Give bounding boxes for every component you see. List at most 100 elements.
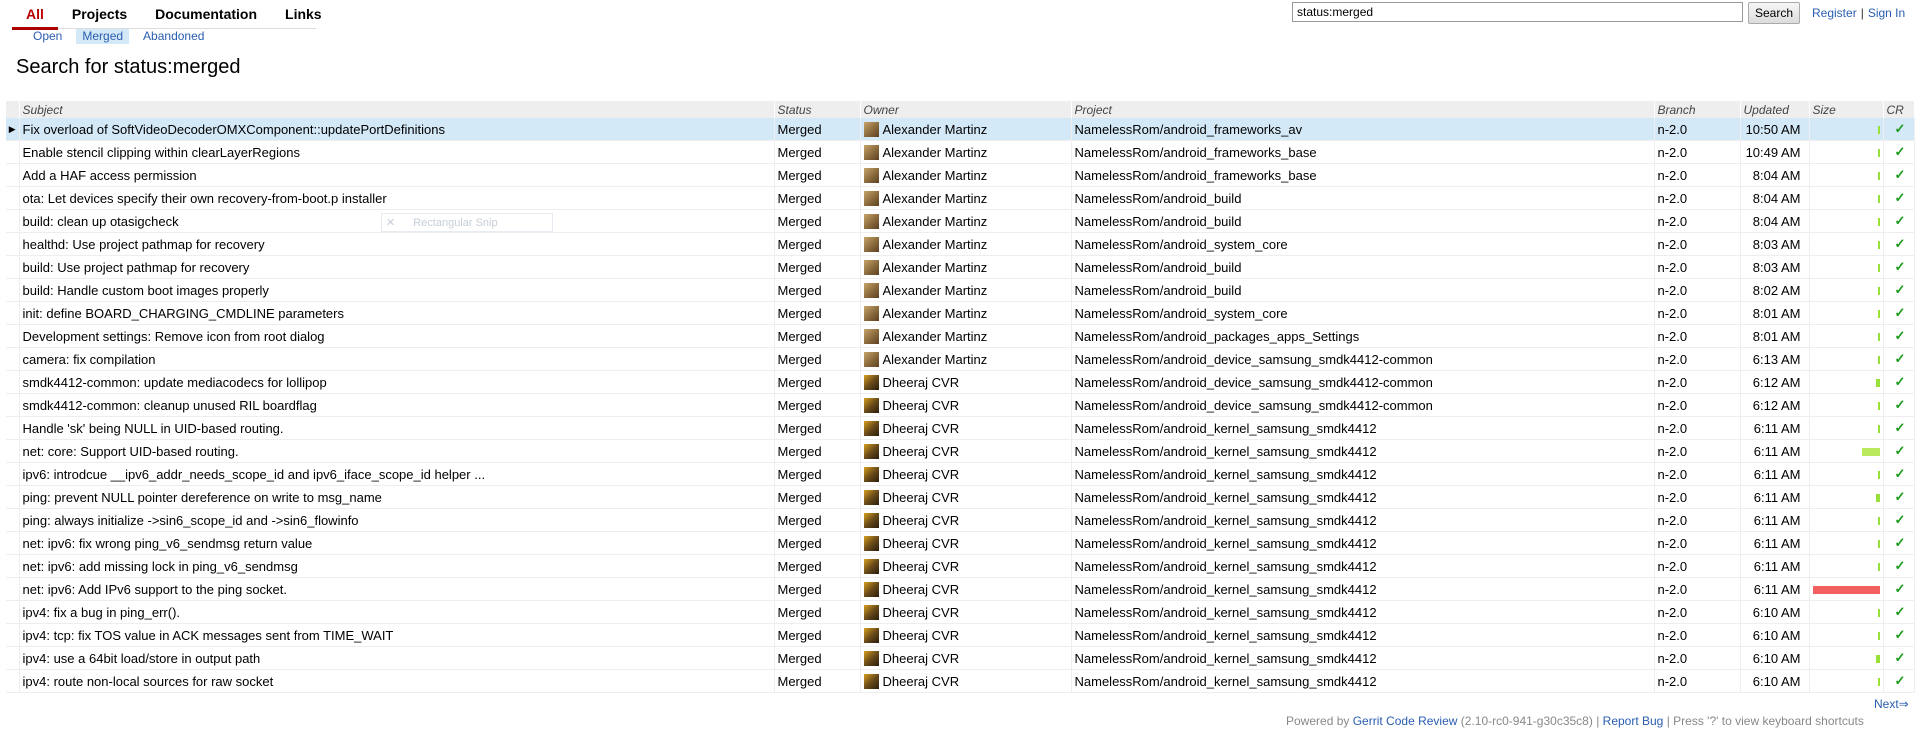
owner-name[interactable]: Dheeraj CVR: [883, 421, 960, 436]
branch-cell[interactable]: n-2.0: [1654, 439, 1741, 463]
table-row[interactable]: build: Handle custom boot images properl…: [6, 278, 1915, 302]
table-row[interactable]: Handle 'sk' being NULL in UID-based rout…: [6, 416, 1915, 440]
owner-name[interactable]: Alexander Martinz: [883, 168, 988, 183]
gerrit-link[interactable]: Gerrit Code Review: [1353, 714, 1458, 728]
table-row[interactable]: init: define BOARD_CHARGING_CMDLINE para…: [6, 301, 1915, 325]
subtab-open[interactable]: Open: [27, 29, 68, 44]
owner-cell[interactable]: Dheeraj CVR: [860, 462, 1072, 486]
branch-cell[interactable]: n-2.0: [1654, 600, 1741, 624]
owner-cell[interactable]: Dheeraj CVR: [860, 439, 1072, 463]
owner-cell[interactable]: Dheeraj CVR: [860, 508, 1072, 532]
owner-name[interactable]: Alexander Martinz: [883, 283, 988, 298]
owner-name[interactable]: Dheeraj CVR: [883, 375, 960, 390]
project-cell[interactable]: NamelessRom/android_kernel_samsung_smdk4…: [1071, 646, 1655, 670]
subject-cell[interactable]: ipv4: route non-local sources for raw so…: [19, 669, 775, 693]
subject-cell[interactable]: camera: fix compilation: [19, 347, 775, 371]
project-cell[interactable]: NamelessRom/android_kernel_samsung_smdk4…: [1071, 508, 1655, 532]
table-row[interactable]: ipv4: tcp: fix TOS value in ACK messages…: [6, 623, 1915, 647]
branch-cell[interactable]: n-2.0: [1654, 646, 1741, 670]
branch-cell[interactable]: n-2.0: [1654, 508, 1741, 532]
subject-cell[interactable]: Enable stencil clipping within clearLaye…: [19, 140, 775, 164]
table-row[interactable]: ping: prevent NULL pointer dereference o…: [6, 485, 1915, 509]
owner-cell[interactable]: Alexander Martinz: [860, 118, 1072, 141]
owner-cell[interactable]: Alexander Martinz: [860, 232, 1072, 256]
table-row[interactable]: Enable stencil clipping within clearLaye…: [6, 140, 1915, 164]
branch-cell[interactable]: n-2.0: [1654, 347, 1741, 371]
next-page-link[interactable]: Next⇒: [1874, 697, 1909, 711]
register-link[interactable]: Register: [1812, 6, 1857, 20]
project-cell[interactable]: NamelessRom/android_system_core: [1071, 232, 1655, 256]
table-row[interactable]: ipv4: use a 64bit load/store in output p…: [6, 646, 1915, 670]
branch-cell[interactable]: n-2.0: [1654, 324, 1741, 348]
sign-in-link[interactable]: Sign In: [1868, 6, 1905, 20]
branch-cell[interactable]: n-2.0: [1654, 186, 1741, 210]
subject-cell[interactable]: net: ipv6: fix wrong ping_v6_sendmsg ret…: [19, 531, 775, 555]
table-row[interactable]: ping: always initialize ->sin6_scope_id …: [6, 508, 1915, 532]
owner-name[interactable]: Alexander Martinz: [883, 191, 988, 206]
owner-cell[interactable]: Alexander Martinz: [860, 324, 1072, 348]
owner-name[interactable]: Dheeraj CVR: [883, 651, 960, 666]
subject-cell[interactable]: ipv4: tcp: fix TOS value in ACK messages…: [19, 623, 775, 647]
owner-name[interactable]: Alexander Martinz: [883, 260, 988, 275]
branch-cell[interactable]: n-2.0: [1654, 209, 1741, 233]
branch-cell[interactable]: n-2.0: [1654, 232, 1741, 256]
owner-cell[interactable]: Dheeraj CVR: [860, 600, 1072, 624]
table-row[interactable]: net: ipv6: add missing lock in ping_v6_s…: [6, 554, 1915, 578]
subject-cell[interactable]: ping: always initialize ->sin6_scope_id …: [19, 508, 775, 532]
owner-cell[interactable]: Alexander Martinz: [860, 209, 1072, 233]
owner-cell[interactable]: Alexander Martinz: [860, 347, 1072, 371]
branch-cell[interactable]: n-2.0: [1654, 669, 1741, 693]
branch-cell[interactable]: n-2.0: [1654, 301, 1741, 325]
owner-cell[interactable]: Dheeraj CVR: [860, 416, 1072, 440]
owner-cell[interactable]: Dheeraj CVR: [860, 370, 1072, 394]
project-cell[interactable]: NamelessRom/android_build: [1071, 278, 1655, 302]
owner-cell[interactable]: Alexander Martinz: [860, 301, 1072, 325]
table-row[interactable]: Development settings: Remove icon from r…: [6, 324, 1915, 348]
owner-name[interactable]: Alexander Martinz: [883, 214, 988, 229]
owner-cell[interactable]: Alexander Martinz: [860, 163, 1072, 187]
search-button[interactable]: Search: [1748, 2, 1800, 24]
tab-projects[interactable]: Projects: [58, 0, 141, 28]
project-cell[interactable]: NamelessRom/android_kernel_samsung_smdk4…: [1071, 416, 1655, 440]
branch-cell[interactable]: n-2.0: [1654, 140, 1741, 164]
subject-cell[interactable]: Fix overload of SoftVideoDecoderOMXCompo…: [19, 118, 775, 141]
project-cell[interactable]: NamelessRom/android_kernel_samsung_smdk4…: [1071, 623, 1655, 647]
owner-name[interactable]: Dheeraj CVR: [883, 674, 960, 689]
project-cell[interactable]: NamelessRom/android_kernel_samsung_smdk4…: [1071, 577, 1655, 601]
close-icon[interactable]: ✕: [386, 216, 395, 229]
subject-cell[interactable]: healthd: Use project pathmap for recover…: [19, 232, 775, 256]
owner-name[interactable]: Alexander Martinz: [883, 145, 988, 160]
owner-name[interactable]: Dheeraj CVR: [883, 398, 960, 413]
table-row[interactable]: net: core: Support UID-based routing. Mer…: [6, 439, 1915, 463]
table-row[interactable]: smdk4412-common: cleanup unused RIL boar…: [6, 393, 1915, 417]
owner-cell[interactable]: Dheeraj CVR: [860, 669, 1072, 693]
subject-cell[interactable]: ping: prevent NULL pointer dereference o…: [19, 485, 775, 509]
table-row[interactable]: camera: fix compilation Merged Alexander M…: [6, 347, 1915, 371]
project-cell[interactable]: NamelessRom/android_frameworks_base: [1071, 140, 1655, 164]
project-cell[interactable]: NamelessRom/android_kernel_samsung_smdk4…: [1071, 531, 1655, 555]
branch-cell[interactable]: n-2.0: [1654, 485, 1741, 509]
owner-cell[interactable]: Alexander Martinz: [860, 140, 1072, 164]
search-input[interactable]: [1292, 2, 1743, 22]
owner-name[interactable]: Alexander Martinz: [883, 329, 988, 344]
project-cell[interactable]: NamelessRom/android_kernel_samsung_smdk4…: [1071, 462, 1655, 486]
project-cell[interactable]: NamelessRom/android_kernel_samsung_smdk4…: [1071, 554, 1655, 578]
table-row[interactable]: Add a HAF access permission Merged Alexand…: [6, 163, 1915, 187]
project-cell[interactable]: NamelessRom/android_build: [1071, 255, 1655, 279]
owner-cell[interactable]: Dheeraj CVR: [860, 623, 1072, 647]
branch-cell[interactable]: n-2.0: [1654, 118, 1741, 141]
project-cell[interactable]: NamelessRom/android_device_samsung_smdk4…: [1071, 393, 1655, 417]
owner-name[interactable]: Dheeraj CVR: [883, 513, 960, 528]
branch-cell[interactable]: n-2.0: [1654, 416, 1741, 440]
subject-cell[interactable]: Add a HAF access permission: [19, 163, 775, 187]
project-cell[interactable]: NamelessRom/android_kernel_samsung_smdk4…: [1071, 669, 1655, 693]
tab-documentation[interactable]: Documentation: [141, 0, 271, 28]
branch-cell[interactable]: n-2.0: [1654, 623, 1741, 647]
branch-cell[interactable]: n-2.0: [1654, 554, 1741, 578]
subject-cell[interactable]: ota: Let devices specify their own recov…: [19, 186, 775, 210]
table-row[interactable]: ▶ Fix overload of SoftVideoDecoderOMXComp…: [6, 118, 1915, 141]
owner-cell[interactable]: Dheeraj CVR: [860, 531, 1072, 555]
tab-links[interactable]: Links: [271, 0, 336, 28]
subject-cell[interactable]: init: define BOARD_CHARGING_CMDLINE para…: [19, 301, 775, 325]
subtab-merged[interactable]: Merged: [76, 29, 130, 44]
